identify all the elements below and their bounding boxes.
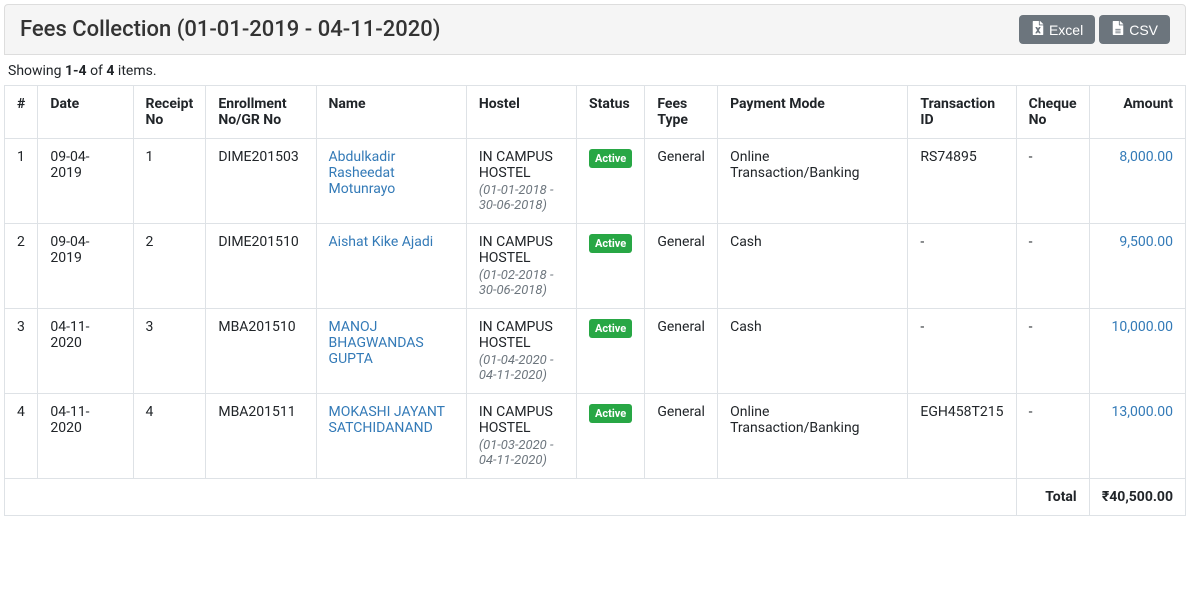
cell-enrollment: DIME201510: [206, 224, 316, 309]
fees-table: # Date Receipt No Enrollment No/GR No Na…: [4, 85, 1186, 516]
results-summary: Showing 1-4 of 4 items.: [4, 55, 1186, 83]
col-transaction: Transaction ID: [908, 86, 1016, 139]
total-label: Total: [1016, 479, 1089, 516]
table-row: 3 04-11-2020 3 MBA201510 MANOJ BHAGWANDA…: [5, 309, 1186, 394]
status-badge: Active: [589, 234, 632, 253]
col-date: Date: [38, 86, 133, 139]
col-index: #: [5, 86, 38, 139]
cell-index: 2: [5, 224, 38, 309]
status-badge: Active: [589, 319, 632, 338]
amount-link[interactable]: 8,000.00: [1102, 149, 1173, 165]
cell-index: 1: [5, 139, 38, 224]
cell-payment: Online Transaction/Banking: [718, 394, 908, 479]
cell-receipt: 4: [133, 394, 206, 479]
col-receipt: Receipt No: [133, 86, 206, 139]
col-hostel: Hostel: [466, 86, 576, 139]
cell-receipt: 1: [133, 139, 206, 224]
file-excel-icon: [1031, 21, 1045, 38]
hostel-name: IN CAMPUS HOSTEL: [479, 404, 553, 436]
cell-payment: Cash: [718, 224, 908, 309]
student-name-link[interactable]: Aishat Kike Ajadi: [329, 234, 434, 250]
col-feestype: Fees Type: [645, 86, 718, 139]
status-badge: Active: [589, 404, 632, 423]
hostel-name: IN CAMPUS HOSTEL: [479, 149, 553, 181]
cell-cheque: -: [1016, 309, 1089, 394]
student-name-link[interactable]: MANOJ BHAGWANDAS GUPTA: [329, 319, 424, 367]
table-footer: Total ₹40,500.00: [5, 479, 1186, 516]
hostel-period: (01-01-2018 - 30-06-2018): [479, 183, 564, 213]
export-csv-label: CSV: [1129, 22, 1158, 38]
student-name-link[interactable]: Abdulkadir Rasheedat Motunrayo: [329, 149, 396, 197]
summary-range: 1-4: [65, 63, 87, 79]
hostel-period: (01-03-2020 - 04-11-2020): [479, 438, 564, 468]
table-header: # Date Receipt No Enrollment No/GR No Na…: [5, 86, 1186, 139]
cell-transaction: -: [908, 309, 1016, 394]
fees-collection-panel: Fees Collection (01-01-2019 - 04-11-2020…: [4, 4, 1186, 516]
cell-transaction: RS74895: [908, 139, 1016, 224]
file-csv-icon: [1111, 21, 1125, 38]
amount-link[interactable]: 13,000.00: [1102, 404, 1173, 420]
col-amount: Amount: [1089, 86, 1185, 139]
col-name: Name: [316, 86, 466, 139]
cell-feestype: General: [645, 139, 718, 224]
col-status: Status: [577, 86, 645, 139]
export-csv-button[interactable]: CSV: [1099, 15, 1170, 44]
cell-enrollment: MBA201511: [206, 394, 316, 479]
cell-receipt: 3: [133, 309, 206, 394]
cell-cheque: -: [1016, 224, 1089, 309]
cell-enrollment: DIME201503: [206, 139, 316, 224]
cell-cheque: -: [1016, 139, 1089, 224]
student-name-link[interactable]: MOKASHI JAYANT SATCHIDANAND: [329, 404, 445, 436]
cell-feestype: General: [645, 224, 718, 309]
col-payment: Payment Mode: [718, 86, 908, 139]
amount-link[interactable]: 10,000.00: [1102, 319, 1173, 335]
hostel-period: (01-02-2018 - 30-06-2018): [479, 268, 564, 298]
export-buttons: Excel CSV: [1019, 15, 1170, 44]
export-excel-button[interactable]: Excel: [1019, 15, 1095, 44]
cell-payment: Online Transaction/Banking: [718, 139, 908, 224]
hostel-name: IN CAMPUS HOSTEL: [479, 234, 553, 266]
cell-feestype: General: [645, 394, 718, 479]
col-cheque: Cheque No: [1016, 86, 1089, 139]
amount-link[interactable]: 9,500.00: [1102, 234, 1173, 250]
panel-header: Fees Collection (01-01-2019 - 04-11-2020…: [4, 4, 1186, 55]
status-badge: Active: [589, 149, 632, 168]
col-enrollment: Enrollment No/GR No: [206, 86, 316, 139]
page-title: Fees Collection (01-01-2019 - 04-11-2020…: [20, 17, 440, 42]
export-excel-label: Excel: [1049, 22, 1083, 38]
cell-date: 09-04-2019: [38, 224, 133, 309]
table-row: 4 04-11-2020 4 MBA201511 MOKASHI JAYANT …: [5, 394, 1186, 479]
cell-transaction: -: [908, 224, 1016, 309]
cell-date: 04-11-2020: [38, 394, 133, 479]
cell-transaction: EGH458T215: [908, 394, 1016, 479]
hostel-period: (01-04-2020 - 04-11-2020): [479, 353, 564, 383]
cell-date: 09-04-2019: [38, 139, 133, 224]
total-amount: ₹40,500.00: [1089, 479, 1185, 516]
cell-feestype: General: [645, 309, 718, 394]
cell-enrollment: MBA201510: [206, 309, 316, 394]
cell-index: 3: [5, 309, 38, 394]
cell-payment: Cash: [718, 309, 908, 394]
hostel-name: IN CAMPUS HOSTEL: [479, 319, 553, 351]
table-body: 1 09-04-2019 1 DIME201503 Abdulkadir Ras…: [5, 139, 1186, 479]
cell-date: 04-11-2020: [38, 309, 133, 394]
cell-index: 4: [5, 394, 38, 479]
cell-cheque: -: [1016, 394, 1089, 479]
cell-receipt: 2: [133, 224, 206, 309]
table-row: 1 09-04-2019 1 DIME201503 Abdulkadir Ras…: [5, 139, 1186, 224]
table-row: 2 09-04-2019 2 DIME201510 Aishat Kike Aj…: [5, 224, 1186, 309]
